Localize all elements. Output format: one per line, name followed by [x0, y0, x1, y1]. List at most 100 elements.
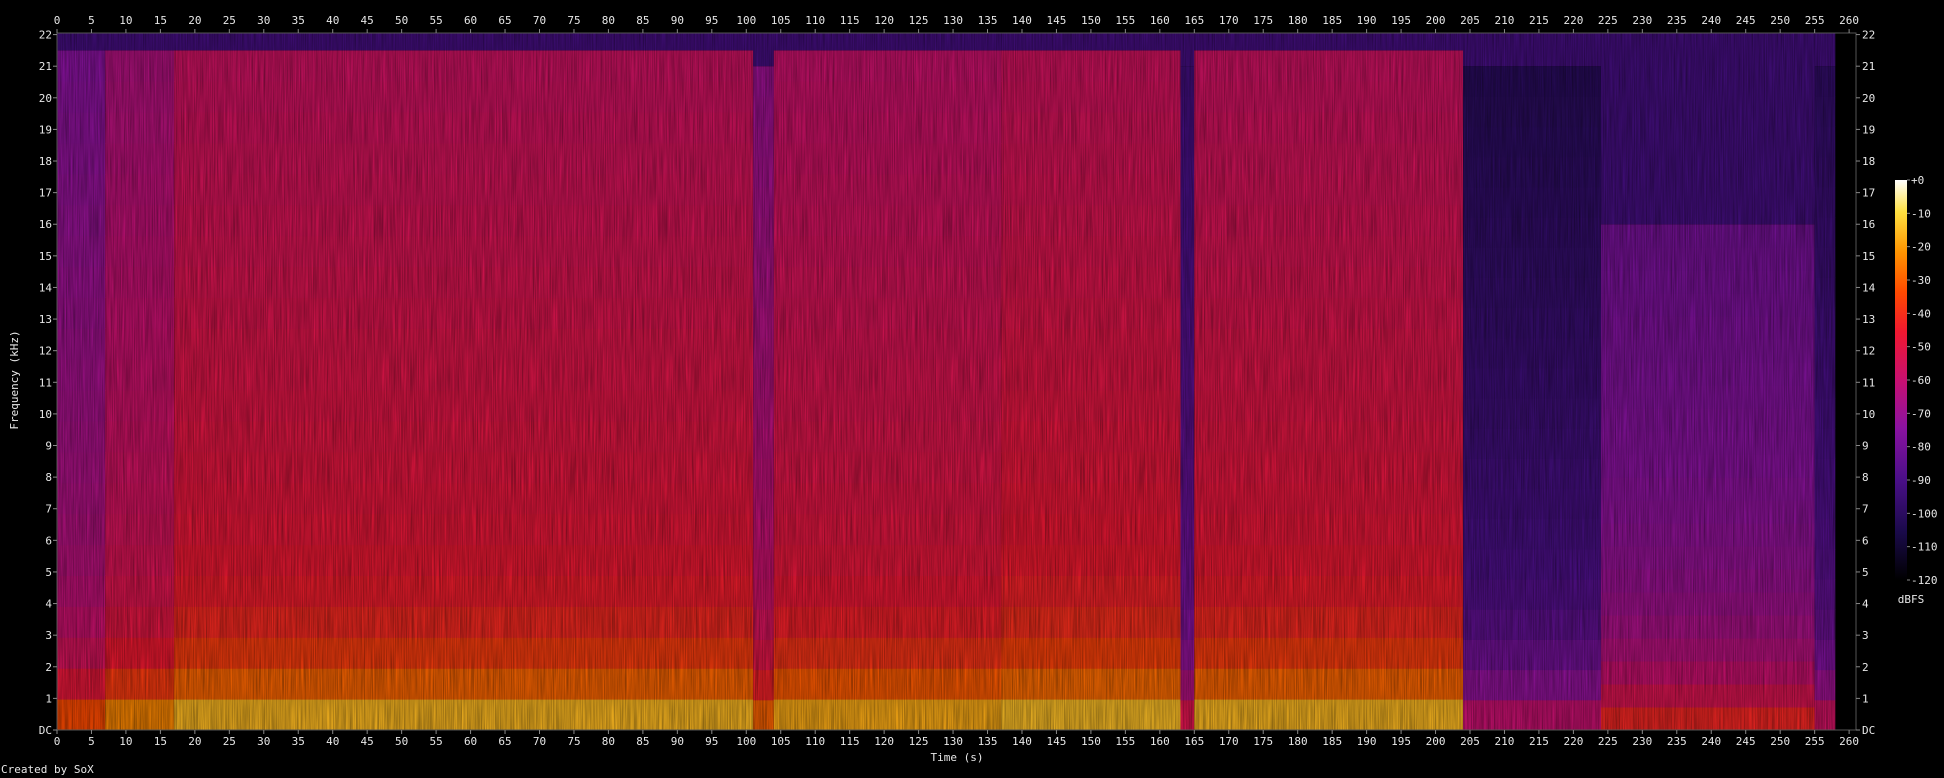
colorbar-tick-label: -50 [1911, 341, 1931, 354]
x-tick-label-top: 155 [1115, 14, 1135, 27]
x-tick-label-top: 175 [1253, 14, 1273, 27]
x-tick-label-top: 35 [292, 14, 305, 27]
x-tick-label-bottom: 15 [154, 735, 167, 748]
x-tick-label-top: 30 [257, 14, 270, 27]
x-tick-label-bottom: 125 [909, 735, 929, 748]
x-tick-label-bottom: 245 [1736, 735, 1756, 748]
x-tick-label-bottom: 35 [292, 735, 305, 748]
x-tick-label-bottom: 145 [1047, 735, 1067, 748]
x-tick-label-bottom: 160 [1150, 735, 1170, 748]
y-tick-label-right: 1 [1862, 692, 1869, 705]
y-tick-label-right: 17 [1862, 187, 1875, 200]
x-tick-label-bottom: 230 [1632, 735, 1652, 748]
x-tick-label-bottom: 185 [1322, 735, 1342, 748]
y-tick-label-left: 1 [45, 692, 52, 705]
y-tick-label-right: 10 [1862, 408, 1875, 421]
x-tick-label-top: 180 [1288, 14, 1308, 27]
x-tick-label-top: 135 [978, 14, 998, 27]
x-tick-label-top: 250 [1770, 14, 1790, 27]
x-tick-label-top: 110 [805, 14, 825, 27]
y-tick-label-right: 22 [1862, 29, 1875, 42]
y-tick-label-left: 11 [39, 376, 52, 389]
x-tick-label-top: 85 [636, 14, 649, 27]
x-tick-label-top: 45 [361, 14, 374, 27]
y-tick-label-right: 8 [1862, 471, 1869, 484]
x-tick-label-bottom: 255 [1805, 735, 1825, 748]
y-tick-label-left: 8 [45, 471, 52, 484]
y-tick-label-left: 21 [39, 60, 52, 73]
x-tick-label-top: 5 [88, 14, 95, 27]
x-axis-label: Time (s) [931, 751, 984, 764]
x-tick-label-bottom: 100 [736, 735, 756, 748]
x-tick-label-bottom: 20 [188, 735, 201, 748]
x-tick-label-bottom: 110 [805, 735, 825, 748]
texture-overlay [57, 33, 1856, 730]
x-tick-label-top: 15 [154, 14, 167, 27]
y-tick-label-right: 19 [1862, 123, 1875, 136]
x-tick-label-bottom: 200 [1426, 735, 1446, 748]
x-tick-label-top: 65 [498, 14, 511, 27]
x-tick-label-bottom: 195 [1391, 735, 1411, 748]
y-tick-label-left: 7 [45, 503, 52, 516]
x-tick-label-bottom: 235 [1667, 735, 1687, 748]
x-tick-label-top: 170 [1219, 14, 1239, 27]
x-tick-label-bottom: 260 [1839, 735, 1859, 748]
x-tick-label-top: 0 [54, 14, 61, 27]
x-tick-label-top: 60 [464, 14, 477, 27]
x-tick-label-top: 235 [1667, 14, 1687, 27]
colorbar-tick-label: -100 [1911, 507, 1938, 520]
x-tick-label-bottom: 130 [943, 735, 963, 748]
x-tick-label-bottom: 25 [223, 735, 236, 748]
x-tick-label-top: 215 [1529, 14, 1549, 27]
y-tick-label-right: 11 [1862, 376, 1875, 389]
x-tick-label-bottom: 5 [88, 735, 95, 748]
y-tick-label-right: 20 [1862, 92, 1875, 105]
y-tick-label-left: 17 [39, 187, 52, 200]
y-tick-label-left: 10 [39, 408, 52, 421]
x-tick-label-bottom: 180 [1288, 735, 1308, 748]
x-tick-label-top: 55 [429, 14, 442, 27]
colorbar-tick-label: -120 [1911, 574, 1938, 587]
y-tick-label-right: DC [1862, 724, 1875, 737]
x-tick-label-top: 80 [602, 14, 615, 27]
colorbar-label: dBFS [1898, 593, 1925, 606]
x-tick-label-top: 95 [705, 14, 718, 27]
colorbar-gradient [1895, 180, 1907, 580]
x-tick-label-bottom: 190 [1357, 735, 1377, 748]
x-tick-label-bottom: 105 [771, 735, 791, 748]
y-tick-label-left: 20 [39, 92, 52, 105]
x-tick-label-bottom: 215 [1529, 735, 1549, 748]
x-tick-label-bottom: 85 [636, 735, 649, 748]
x-tick-label-top: 10 [119, 14, 132, 27]
x-tick-label-bottom: 90 [671, 735, 684, 748]
y-tick-label-left: 13 [39, 313, 52, 326]
x-tick-label-bottom: 120 [874, 735, 894, 748]
x-tick-label-top: 160 [1150, 14, 1170, 27]
y-tick-label-right: 5 [1862, 566, 1869, 579]
x-tick-label-top: 75 [567, 14, 580, 27]
x-tick-label-bottom: 75 [567, 735, 580, 748]
y-tick-label-left: 14 [39, 281, 53, 294]
x-tick-label-bottom: 45 [361, 735, 374, 748]
x-tick-label-top: 140 [1012, 14, 1032, 27]
y-tick-label-left: 15 [39, 250, 52, 263]
y-tick-label-right: 16 [1862, 218, 1875, 231]
y-tick-label-left: 16 [39, 218, 52, 231]
y-tick-label-left: 9 [45, 440, 52, 453]
y-tick-label-left: 3 [45, 629, 52, 642]
x-tick-label-bottom: 0 [54, 735, 61, 748]
x-tick-label-bottom: 70 [533, 735, 546, 748]
y-tick-label-right: 15 [1862, 250, 1875, 263]
x-tick-label-bottom: 65 [498, 735, 511, 748]
x-tick-label-top: 130 [943, 14, 963, 27]
x-tick-label-top: 240 [1701, 14, 1721, 27]
x-tick-label-top: 120 [874, 14, 894, 27]
x-tick-label-top: 220 [1563, 14, 1583, 27]
x-tick-label-top: 260 [1839, 14, 1859, 27]
x-tick-label-bottom: 10 [119, 735, 132, 748]
x-tick-label-bottom: 175 [1253, 735, 1273, 748]
y-tick-label-right: 18 [1862, 155, 1875, 168]
x-tick-label-top: 115 [840, 14, 860, 27]
colorbar-tick-label: -80 [1911, 441, 1931, 454]
x-tick-label-top: 185 [1322, 14, 1342, 27]
